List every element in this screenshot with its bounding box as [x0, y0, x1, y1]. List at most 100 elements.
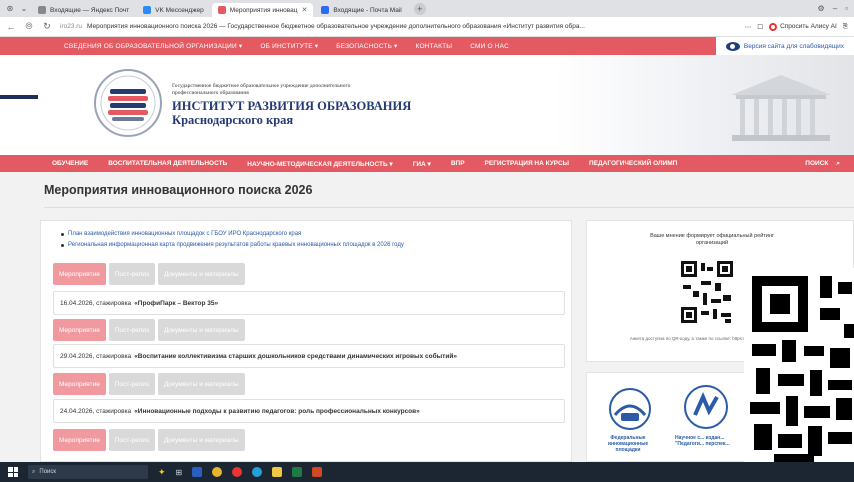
reader-icon[interactable]: ⎘: [843, 23, 848, 31]
tab-event[interactable]: Мероприятие: [53, 263, 106, 285]
main-menu-item[interactable]: ВПР: [451, 160, 465, 167]
tab-label: Мероприятия инновац: [229, 6, 298, 14]
maximize-icon[interactable]: ▫: [845, 4, 848, 13]
edge-app-icon[interactable]: [252, 467, 263, 477]
tab-event[interactable]: Мероприятие: [53, 319, 106, 341]
bookmark-icon[interactable]: ☐: [757, 23, 763, 31]
url-field[interactable]: iro23.ru Мероприятия инновационного поис…: [60, 23, 680, 30]
browser-tab[interactable]: VK Мессенджер: [137, 3, 210, 17]
page-title: Мероприятия инновационного поиска 2026: [44, 183, 313, 197]
search-icon: ⌕: [32, 468, 36, 475]
fip-logo[interactable]: [609, 387, 651, 431]
top-menu-item[interactable]: СВЕДЕНИЯ ОБ ОБРАЗОВАТЕЛЬНОЙ ОРГАНИЗАЦИИ …: [64, 42, 242, 50]
extensions-icon[interactable]: ⚙: [818, 4, 825, 13]
tab-favicon-icon: [217, 6, 226, 14]
tab-documents[interactable]: Документы и материалы: [157, 319, 245, 341]
institute-logo[interactable]: [92, 65, 164, 147]
event-date: 16.04.2026, стажировка: [60, 299, 132, 307]
event-title: «Инновационные подходы к развитию педаго…: [134, 407, 420, 415]
main-menu-item[interactable]: ПЕДАГОГИЧЕСКИЙ ОЛИМП: [589, 160, 677, 167]
tab-post-release[interactable]: Пост-релиз: [108, 319, 155, 341]
minimize-icon[interactable]: –: [833, 4, 837, 13]
event-row[interactable]: 24.04.2026, стажировка «Инновационные по…: [53, 399, 565, 423]
url-title: Мероприятия инновационного поиска 2026 —…: [87, 23, 585, 30]
main-menu-item[interactable]: НАУЧНО-МЕТОДИЧЕСКАЯ ДЕЯТЕЛЬНОСТЬ ▾: [247, 160, 392, 168]
main-menu: ОБУЧЕНИЕ ВОСПИТАТЕЛЬНАЯ ДЕЯТЕЛЬНОСТЬ НАУ…: [0, 155, 854, 172]
explorer-app-icon[interactable]: [272, 467, 283, 477]
alice-icon: [769, 22, 778, 31]
chrome-app-icon[interactable]: [212, 467, 223, 477]
reload-icon[interactable]: ↻: [42, 21, 52, 32]
links-list: План взаимодействия инновационных площад…: [61, 231, 404, 253]
accessibility-version-link[interactable]: Версия сайта для слабовидящих: [715, 37, 854, 55]
event-date: 29.04.2026, стажировка: [60, 352, 132, 360]
qr-heading: Ваше мнение формирует официальный рейтин…: [650, 233, 774, 247]
top-menu-item[interactable]: СМИ О НАС: [470, 43, 509, 50]
divider: [44, 207, 854, 208]
back-icon[interactable]: ←: [6, 22, 16, 32]
content-panel: План взаимодействия инновационных площад…: [40, 220, 572, 462]
new-tab-button[interactable]: +: [413, 2, 426, 15]
event-title: «Воспитание коллективизма старших дошкол…: [134, 352, 457, 360]
tab-post-release[interactable]: Пост-релиз: [108, 429, 155, 451]
site-search-button[interactable]: ПОИСК ⌕: [805, 155, 840, 172]
event-tabs: Мероприятие Пост-релиз Документы и матер…: [53, 373, 245, 395]
top-menu-item[interactable]: КОНТАКТЫ: [416, 43, 453, 50]
qr-code-icon[interactable]: [677, 257, 737, 327]
event-row[interactable]: 16.04.2026, стажировка «ПрофиПарк – Вект…: [53, 291, 565, 315]
document-link[interactable]: План взаимодействия инновационных площад…: [61, 231, 404, 237]
site-header: Государственное бюджетное образовательно…: [0, 55, 854, 155]
excel-app-icon[interactable]: [292, 467, 303, 477]
main-menu-item[interactable]: ГИА ▾: [413, 160, 431, 168]
tab-documents[interactable]: Документы и материалы: [157, 263, 245, 285]
browser-tab[interactable]: Входящие - Почта Mail: [315, 3, 407, 17]
event-tabs: Мероприятие Пост-релиз Документы и матер…: [53, 319, 245, 341]
taskbar-search[interactable]: ⌕ Поиск: [28, 465, 148, 479]
document-link[interactable]: Региональная информационная карта продви…: [61, 242, 404, 248]
event-title: «ПрофиПарк – Вектор 35»: [134, 299, 219, 307]
journal-logo[interactable]: [683, 383, 729, 431]
window-controls: ⚙ – ▫: [818, 4, 854, 13]
task-view-icon[interactable]: ⊞: [176, 468, 183, 477]
browser-tab-bar: ⊛ ⌄ Входящие — Яндекс Почт VK Мессенджер…: [0, 0, 854, 17]
tab-event[interactable]: Мероприятие: [53, 373, 106, 395]
tab-documents[interactable]: Документы и материалы: [157, 429, 245, 451]
windows-start-icon[interactable]: [8, 467, 18, 477]
top-menu-item[interactable]: ОБ ИНСТИТУТЕ ▾: [260, 42, 318, 50]
yandex-browser-icon[interactable]: [232, 467, 243, 477]
journal-label: Научное с... издан... "Педагоги... персп…: [675, 435, 730, 447]
address-bar: ← ⦾ ↻ iro23.ru Мероприятия инновационног…: [0, 17, 854, 37]
building-illustration: [731, 75, 831, 141]
tab-label: VK Мессенджер: [155, 6, 204, 14]
tab-label: Входящие — Яндекс Почт: [50, 6, 130, 14]
close-tab-icon[interactable]: ✕: [301, 6, 307, 14]
org-name-line2: Краснодарского края: [172, 113, 294, 128]
tab-documents[interactable]: Документы и материалы: [157, 373, 245, 395]
powerpoint-app-icon[interactable]: [312, 467, 323, 477]
browser-tab[interactable]: Входящие — Яндекс Почт: [32, 3, 135, 17]
browser-tab-active[interactable]: Мероприятия инновац ✕: [211, 3, 314, 17]
main-menu-item[interactable]: ОБУЧЕНИЕ: [52, 160, 88, 167]
chevron-down-icon[interactable]: ⌄: [18, 3, 30, 15]
alice-label: Спросить Алису AI: [780, 23, 837, 30]
main-menu-item[interactable]: ВОСПИТАТЕЛЬНАЯ ДЕЯТЕЛЬНОСТЬ: [108, 160, 227, 167]
tab-post-release[interactable]: Пост-релиз: [108, 263, 155, 285]
alice-button[interactable]: Спросить Алису AI: [769, 22, 837, 31]
more-icon[interactable]: ⋯: [745, 23, 752, 31]
weather-icon[interactable]: ✦: [158, 467, 166, 478]
tab-event[interactable]: Мероприятие: [53, 429, 106, 451]
org-name: ИНСТИТУТ РАЗВИТИЯ ОБРАЗОВАНИЯ Краснодарс…: [172, 99, 411, 128]
tab-post-release[interactable]: Пост-релиз: [108, 373, 155, 395]
search-label: ПОИСК: [805, 160, 829, 167]
shield-icon[interactable]: ⦾: [24, 21, 34, 32]
large-qr-code: [744, 268, 854, 462]
browser-menu-icon[interactable]: ⊛: [4, 3, 16, 15]
tab-favicon-icon: [143, 6, 152, 14]
word-app-icon[interactable]: [192, 467, 203, 477]
eye-icon: [725, 41, 740, 51]
search-icon: ⌕: [836, 159, 840, 167]
event-row[interactable]: 29.04.2026, стажировка «Воспитание колле…: [53, 344, 565, 368]
org-name-line1: ИНСТИТУТ РАЗВИТИЯ ОБРАЗОВАНИЯ: [172, 99, 412, 113]
main-menu-item[interactable]: РЕГИСТРАЦИЯ НА КУРСЫ: [485, 160, 569, 167]
top-menu-item[interactable]: БЕЗОПАСНОСТЬ ▾: [336, 42, 397, 50]
